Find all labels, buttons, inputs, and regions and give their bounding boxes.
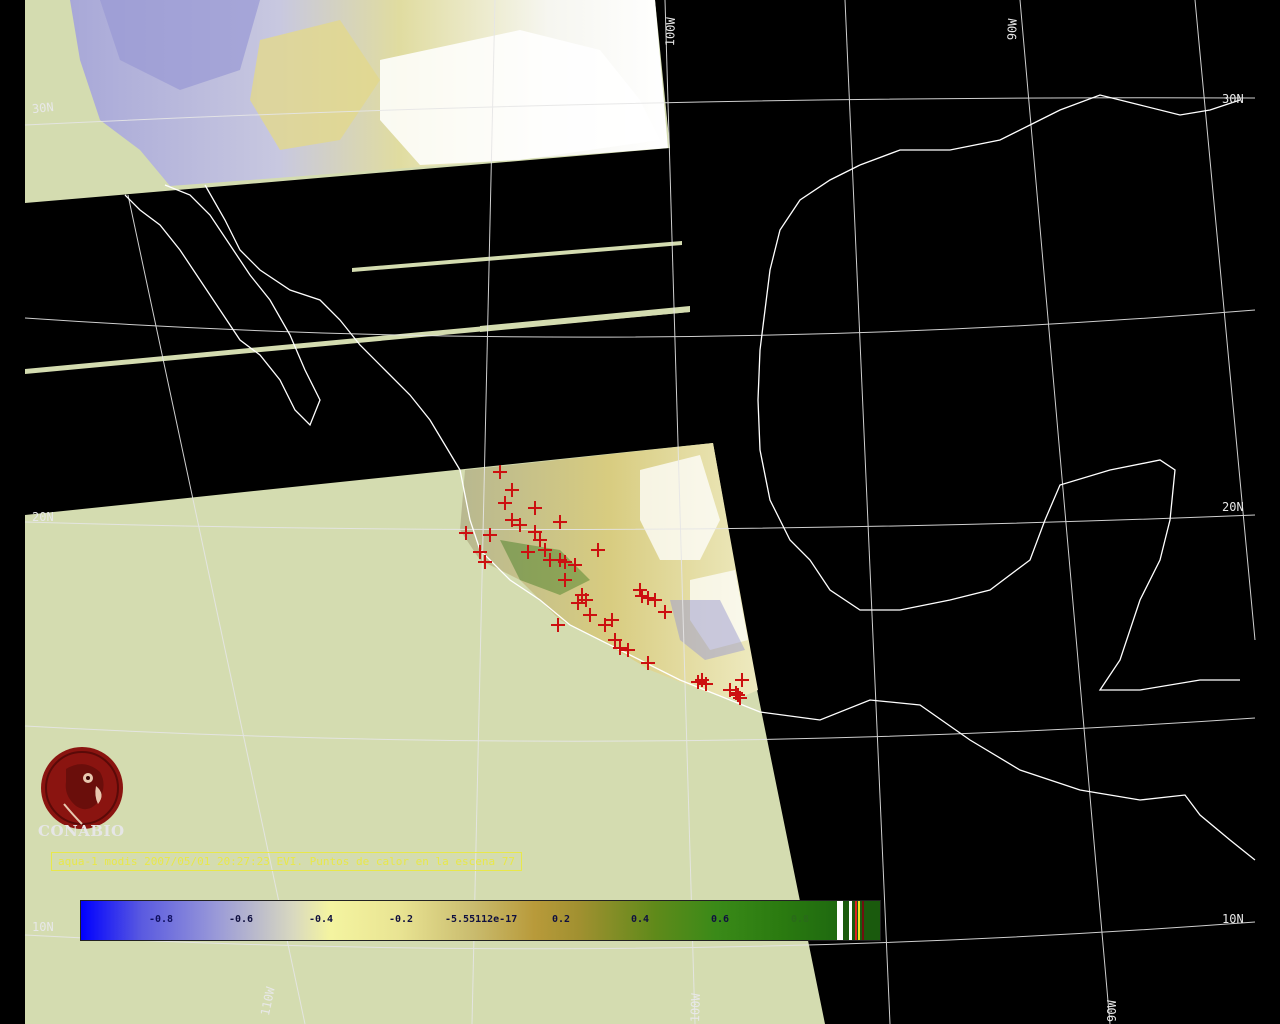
lat-label-10n-right: 10N xyxy=(1222,912,1244,926)
scale-tick: -0.6 xyxy=(229,914,254,925)
scale-white-bar xyxy=(837,901,843,940)
scale-dark-bar xyxy=(862,901,864,940)
lon-label-100w-top: 100W xyxy=(663,17,679,47)
lat-label-20n-right: 20N xyxy=(1222,500,1244,514)
scale-tick: -0.4 xyxy=(309,914,334,925)
lon-label-90w-bottom: 90W xyxy=(1105,1000,1119,1022)
scene-caption: aqua-1 modis 2007/05/01 20:27:23 EVI. Pu… xyxy=(51,852,522,871)
scale-tick: 0.2 xyxy=(552,914,571,925)
scale-tick: -0.8 xyxy=(149,914,174,925)
color-scale: -0.8 -0.6 -0.4 -0.2 -5.55112e-17 0.2 0.4… xyxy=(80,900,881,941)
scale-tick: -0.2 xyxy=(389,914,414,925)
scale-tail xyxy=(837,901,880,940)
scale-tick: 0.6 xyxy=(711,914,730,925)
scale-red-bar xyxy=(855,901,857,940)
lon-label-100w-bottom: 100W xyxy=(688,993,704,1023)
scale-yellow-bar xyxy=(858,901,860,940)
lat-label-10n-left: 10N xyxy=(32,920,54,934)
lat-label-20n-left: 20N xyxy=(32,510,54,524)
scale-tick: 0.4 xyxy=(631,914,650,925)
scale-tick: -5.55112e-17 xyxy=(445,914,518,925)
scale-tick: 0.8 xyxy=(791,914,810,925)
lon-label-90w-top: 90W xyxy=(1005,18,1020,41)
logo-text: CONABIO xyxy=(38,822,125,840)
lat-label-30n-left: 30N xyxy=(31,99,55,117)
lat-label-30n-right: 30N xyxy=(1222,92,1244,106)
scale-white-bar-2 xyxy=(849,901,852,940)
